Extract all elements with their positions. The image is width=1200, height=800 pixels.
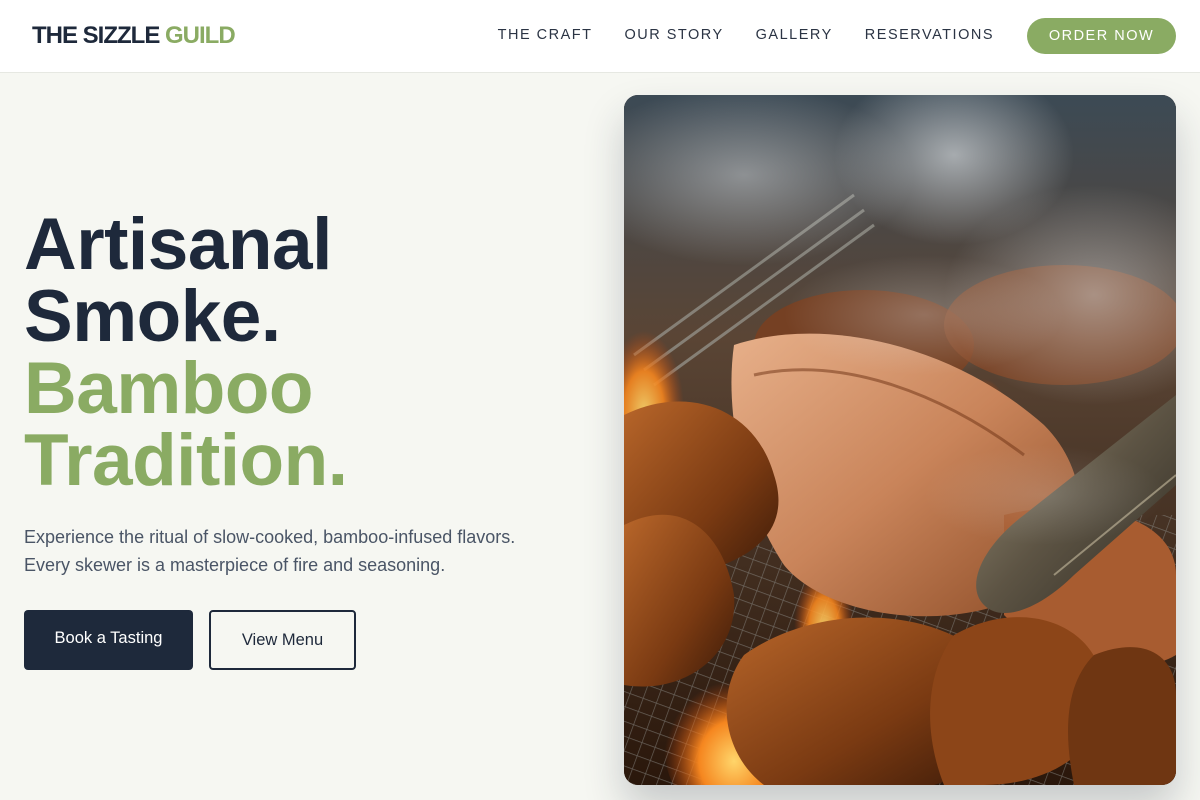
hero-description: Experience the ritual of slow-cooked, ba… xyxy=(24,523,564,579)
headline-line-1: Artisanal xyxy=(24,204,332,285)
headline-line-3: Bamboo xyxy=(24,348,313,429)
nav-item-gallery[interactable]: GALLERY xyxy=(756,27,833,43)
order-now-button[interactable]: ORDER NOW xyxy=(1027,18,1176,54)
grill-illustration xyxy=(624,95,1176,785)
grilled-meat-photo xyxy=(624,95,1176,785)
nav-item-reservations[interactable]: RESERVATIONS xyxy=(865,27,994,43)
site-header: THE SIZZLE GUILD THE CRAFT OUR STORY GAL… xyxy=(0,0,1200,73)
brand-name-main: THE SIZZLE xyxy=(32,22,160,49)
hero-description-line-1: Experience the ritual of slow-cooked, ba… xyxy=(24,527,516,547)
brand-name-accent: GUILD xyxy=(165,22,236,49)
brand-logo[interactable]: THE SIZZLE GUILD xyxy=(32,22,236,50)
view-menu-button[interactable]: View Menu xyxy=(209,610,356,670)
hero-headline: Artisanal Smoke. Bamboo Tradition. xyxy=(24,204,348,501)
nav-item-the-craft[interactable]: THE CRAFT xyxy=(498,27,593,43)
main-nav: THE CRAFT OUR STORY GALLERY RESERVATIONS xyxy=(498,27,994,43)
nav-item-our-story[interactable]: OUR STORY xyxy=(624,27,723,43)
headline-line-4: Tradition. xyxy=(24,420,348,501)
hero-description-line-2: Every skewer is a masterpiece of fire an… xyxy=(24,555,446,575)
headline-line-2: Smoke. xyxy=(24,276,281,357)
book-tasting-button[interactable]: Book a Tasting xyxy=(24,610,193,670)
